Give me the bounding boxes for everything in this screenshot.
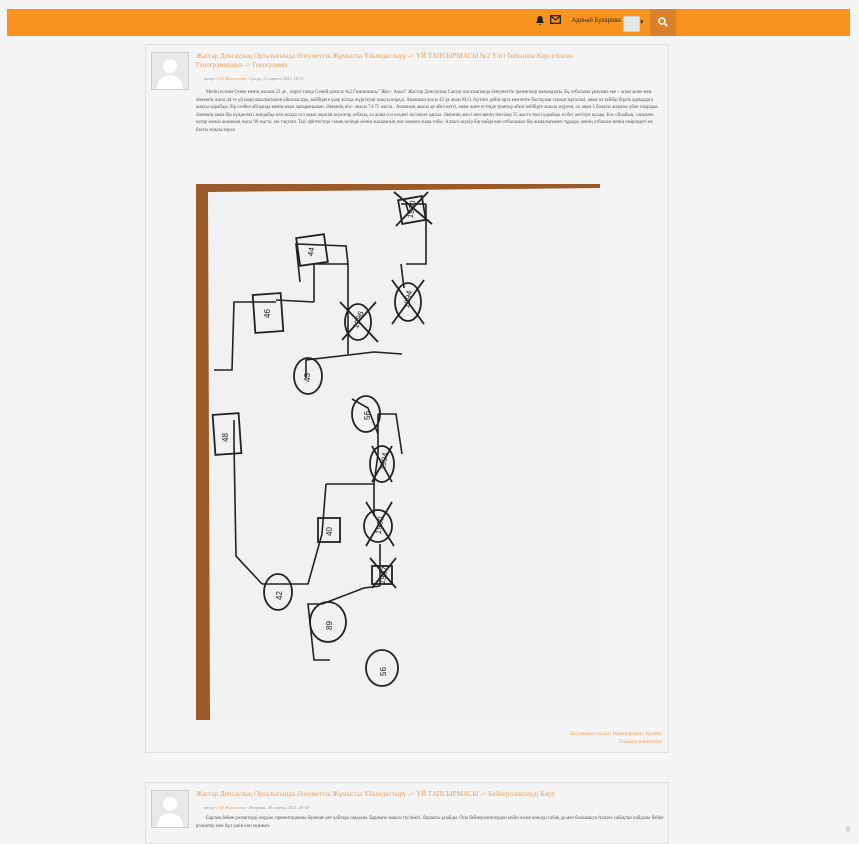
post-title[interactable]: Жастар Денсаулық Орталығында Әлеуметтік … [196, 52, 616, 70]
edit-link[interactable]: Редактировать [613, 732, 642, 737]
svg-text:46: 46 [263, 309, 272, 318]
search-icon [658, 17, 668, 27]
permalink-link[interactable]: Постоянная ссылка [570, 732, 610, 737]
post-meta: автор О.М Жалгасова - Среда, 21 апреля 2… [204, 76, 305, 81]
svg-text:56: 56 [363, 411, 372, 420]
author-avatar[interactable] [151, 790, 189, 828]
post-body: Менің есімім Осеке менің жасым 22 де , ә… [196, 90, 659, 133]
delete-link[interactable]: Удалить [645, 732, 662, 737]
show-in-context-link[interactable]: Показать в контексте [619, 740, 662, 745]
svg-text:42: 42 [275, 591, 284, 600]
post-date: - Среда, 21 апреля 2021, 18:51 [245, 76, 305, 81]
forum-post: Жастар Денсаулық Орталығында Әлеуметтік … [145, 782, 669, 844]
svg-text:56: 56 [379, 667, 388, 676]
svg-text:40: 40 [325, 527, 334, 536]
chevron-down-icon[interactable]: ▾ [640, 18, 644, 26]
top-navigation-bar: Адинай Бухарова ▾ [7, 9, 850, 36]
svg-text:43: 43 [303, 373, 312, 382]
author-avatar[interactable] [151, 52, 189, 90]
forum-post: Жастар Денсаулық Орталығында Әлеуметтік … [145, 44, 669, 753]
post-actions: Постоянная ссылка | Редактировать | Удал… [569, 732, 662, 745]
post-body: Барлық бейне роликтерді көрдім, презента… [196, 816, 664, 829]
mail-icon[interactable] [550, 14, 561, 28]
user-name[interactable]: Адинай Бухарова [572, 18, 621, 24]
svg-text:89: 89 [325, 621, 334, 630]
post-date: - Вторник, 20 апреля 2021, 20:30 [245, 805, 309, 810]
svg-text:48: 48 [221, 433, 230, 442]
genogram-photo: 44 46 48 1960 43 1996 1994 56 1994 1960 … [196, 184, 600, 720]
bell-icon[interactable] [535, 15, 545, 30]
search-button[interactable] [650, 9, 676, 36]
scrollbar[interactable] [846, 826, 850, 832]
post-meta: автор О.М Жалгасова - Вторник, 20 апреля… [204, 805, 309, 810]
user-avatar[interactable] [623, 16, 640, 32]
post-author-link[interactable]: О.М Жалгасова [216, 76, 246, 81]
post-author-link[interactable]: О.М Жалгасова [216, 805, 246, 810]
post-title[interactable]: Жастар Денсаулық Орталығында Әлеуметтік … [196, 790, 616, 799]
